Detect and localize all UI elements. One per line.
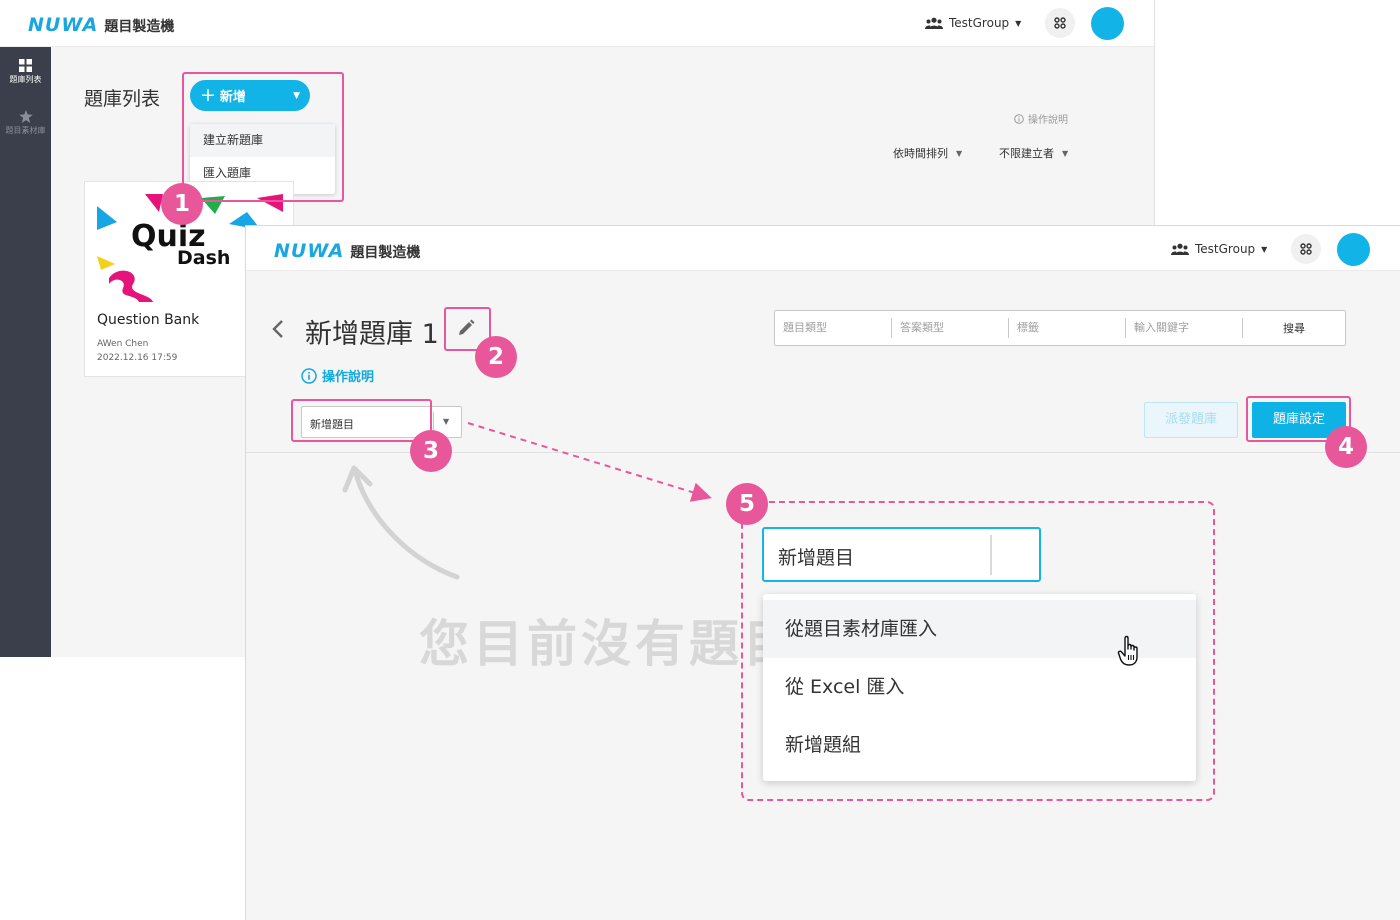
step-badge-1: 1 bbox=[161, 183, 203, 225]
step-badge-2: 2 bbox=[475, 336, 517, 378]
highlight-box-3 bbox=[291, 399, 432, 442]
annotation-arrow bbox=[467, 422, 712, 502]
hint-arrow-curve bbox=[353, 471, 460, 580]
highlight-box-1 bbox=[182, 72, 344, 202]
highlight-box-5 bbox=[741, 501, 1215, 801]
step-badge-4: 4 bbox=[1325, 426, 1367, 468]
step-badge-5: 5 bbox=[726, 483, 768, 525]
step-badge-3: 3 bbox=[410, 430, 452, 472]
